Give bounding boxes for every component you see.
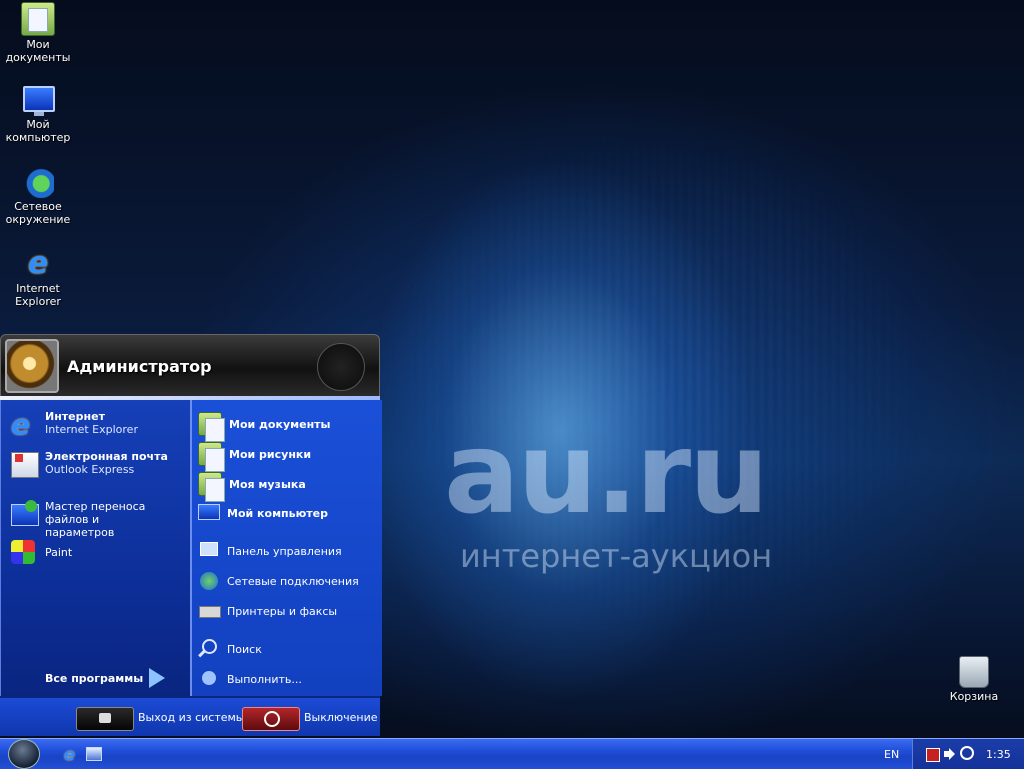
desktop-icon-my-computer[interactable]: Мой компьютер bbox=[0, 84, 76, 144]
logoff-button[interactable] bbox=[76, 707, 134, 731]
paint-icon bbox=[9, 538, 41, 568]
right-item-printers-faxes[interactable]: Принтеры и факсы bbox=[198, 600, 337, 622]
desktop-icon-label: Корзина bbox=[949, 690, 999, 703]
shutdown-label[interactable]: Выключение bbox=[304, 711, 378, 724]
recent-item-paint[interactable]: Paint bbox=[9, 538, 187, 568]
right-item-label: Поиск bbox=[227, 642, 262, 656]
quicklaunch-internet-explorer-icon[interactable]: e bbox=[64, 745, 75, 764]
start-menu: Администратор e Интернет Internet Explor… bbox=[0, 334, 382, 736]
desktop-icon-label: Сетевое окружение bbox=[5, 200, 71, 226]
internet-explorer-icon: e bbox=[11, 408, 30, 441]
my-pictures-icon bbox=[198, 442, 225, 472]
network-places-icon bbox=[22, 166, 54, 198]
volume-icon[interactable] bbox=[944, 747, 956, 761]
right-item-label: Моя музыка bbox=[229, 477, 306, 491]
watermark-tagline: интернет-аукцион bbox=[460, 537, 773, 575]
right-item-search[interactable]: Поиск bbox=[198, 638, 262, 660]
clock[interactable]: 1:35 bbox=[986, 748, 1011, 761]
right-item-run[interactable]: Выполнить... bbox=[198, 668, 302, 690]
network-connections-icon bbox=[198, 570, 220, 592]
my-documents-icon bbox=[21, 2, 55, 36]
right-item-network-connections[interactable]: Сетевые подключения bbox=[198, 570, 359, 592]
start-menu-right-pane: Мои документы Мои рисунки Моя музыка Мой… bbox=[190, 400, 382, 696]
pinned-item-subtitle: Internet Explorer bbox=[45, 423, 138, 436]
desktop-icon-my-documents[interactable]: Мои документы bbox=[0, 2, 76, 64]
shutdown-button[interactable] bbox=[242, 707, 300, 731]
recycle-bin-icon bbox=[959, 656, 989, 688]
pinned-item-title: Интернет bbox=[45, 410, 105, 423]
recent-item-label: Paint bbox=[45, 546, 73, 559]
taskbar: e EN 1:35 bbox=[0, 738, 1024, 769]
right-item-label: Мои рисунки bbox=[229, 447, 312, 461]
right-item-my-computer[interactable]: Мой компьютер bbox=[198, 502, 328, 524]
right-item-my-documents[interactable]: Мои документы bbox=[198, 412, 331, 442]
right-item-label: Принтеры и факсы bbox=[227, 604, 338, 618]
quicklaunch-show-desktop-icon[interactable] bbox=[86, 747, 102, 761]
printer-icon bbox=[198, 600, 221, 622]
run-icon bbox=[198, 668, 220, 690]
tray-app-icon[interactable] bbox=[926, 748, 940, 762]
my-computer-icon bbox=[198, 502, 220, 524]
right-item-label: Мои документы bbox=[229, 417, 331, 431]
start-menu-header: Администратор bbox=[0, 334, 380, 398]
pinned-item-internet[interactable]: e Интернет Internet Explorer bbox=[9, 408, 187, 441]
right-item-label: Выполнить... bbox=[227, 672, 302, 686]
desktop-icon-recycle-bin[interactable]: Корзина bbox=[936, 656, 1012, 703]
right-item-control-panel[interactable]: Панель управления bbox=[198, 540, 342, 562]
right-item-label: Сетевые подключения bbox=[227, 574, 359, 588]
pinned-item-title: Электронная почта bbox=[45, 450, 168, 463]
watermark-brand: au.ru bbox=[444, 409, 769, 539]
right-item-label: Мой компьютер bbox=[227, 506, 329, 520]
user-name: Администратор bbox=[67, 357, 212, 376]
outlook-express-icon bbox=[9, 450, 41, 480]
right-item-my-pictures[interactable]: Мои рисунки bbox=[198, 442, 312, 472]
search-icon bbox=[198, 638, 220, 660]
all-programs-arrow-icon[interactable] bbox=[149, 668, 165, 688]
all-programs-button[interactable]: Все программы bbox=[45, 672, 143, 685]
my-documents-icon bbox=[198, 412, 225, 442]
start-button[interactable] bbox=[8, 739, 40, 769]
desktop-icon-label: Мой компьютер bbox=[5, 118, 71, 144]
transfer-wizard-icon bbox=[9, 500, 41, 530]
desktop-icon-label: Мои документы bbox=[5, 38, 71, 64]
desktop-icon-network[interactable]: Сетевое окружение bbox=[0, 166, 76, 226]
right-item-my-music[interactable]: Моя музыка bbox=[198, 472, 306, 502]
recent-item-label-line1: Мастер переноса файлов и bbox=[45, 500, 146, 526]
start-menu-left-pane: e Интернет Internet Explorer Электронная… bbox=[0, 400, 191, 696]
language-indicator[interactable]: EN bbox=[884, 748, 899, 761]
logoff-label[interactable]: Выход из системы bbox=[138, 711, 244, 724]
right-item-label: Панель управления bbox=[227, 544, 342, 558]
internet-explorer-icon: e bbox=[27, 246, 49, 281]
desktop-icon-label: Internet Explorer bbox=[15, 282, 61, 308]
control-panel-icon bbox=[198, 540, 220, 562]
my-computer-icon bbox=[22, 84, 55, 116]
desktop-icon-internet-explorer[interactable]: e Internet Explorer bbox=[0, 246, 76, 309]
recent-item-transfer-wizard[interactable]: Мастер переноса файлов и параметров bbox=[9, 500, 187, 539]
header-orb-decoration bbox=[317, 343, 365, 391]
network-status-icon[interactable] bbox=[960, 746, 974, 760]
pinned-item-email[interactable]: Электронная почта Outlook Express bbox=[9, 450, 187, 480]
pinned-item-subtitle: Outlook Express bbox=[45, 463, 135, 476]
start-menu-footer: Выход из системы Выключение bbox=[0, 696, 380, 736]
user-avatar[interactable] bbox=[5, 339, 59, 393]
my-music-icon bbox=[198, 472, 225, 502]
